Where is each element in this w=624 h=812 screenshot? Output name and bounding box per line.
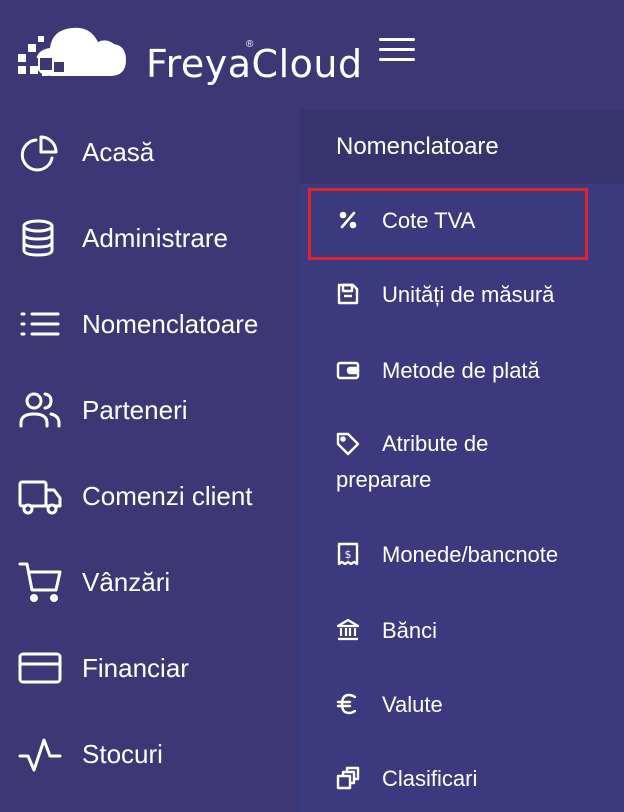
- sidebar-item-comenzi-client[interactable]: Comenzi client: [0, 452, 300, 538]
- submenu-title: Nomenclatoare: [336, 133, 499, 160]
- sidebar-item-vanzari[interactable]: Vânzări: [0, 538, 300, 624]
- cart-icon: [18, 562, 62, 602]
- svg-text:$: $: [345, 548, 352, 561]
- truck-icon: [18, 480, 62, 515]
- main-sidebar: Acasă Administrare Nomenclatoare Partene…: [0, 108, 300, 812]
- sidebar-item-administrare[interactable]: Administrare: [0, 194, 300, 280]
- submenu-item-label: Clasificari: [382, 766, 478, 791]
- sidebar-item-acasa[interactable]: Acasă: [0, 108, 300, 194]
- cloud-logo-icon: [18, 27, 126, 76]
- submenu-item-clasificari[interactable]: Clasificari: [300, 760, 624, 802]
- submenu-item-unitati-de-masura[interactable]: Unități de măsură: [300, 276, 624, 318]
- wallet-icon: [336, 361, 360, 380]
- submenu-item-label: Bănci: [382, 618, 438, 643]
- submenu-item-metode-de-plata[interactable]: Metode de plată: [300, 352, 624, 394]
- layers-icon: [336, 766, 360, 790]
- submenu-item-label: Unități de măsură: [382, 282, 555, 307]
- top-header: FreyaCloud ®: [0, 0, 624, 108]
- sidebar-item-label: Stocuri: [82, 739, 163, 769]
- sidebar-item-label: Vânzări: [82, 567, 171, 597]
- sidebar-item-parteneri[interactable]: Parteneri: [0, 366, 300, 452]
- activity-icon: [18, 738, 62, 772]
- freyacloud-logo[interactable]: FreyaCloud ®: [14, 14, 362, 84]
- hamburger-menu-icon[interactable]: [376, 34, 416, 66]
- credit-card-icon: [18, 652, 62, 684]
- euro-icon: [336, 693, 357, 715]
- sidebar-item-label: Acasă: [82, 137, 155, 167]
- database-icon: [22, 219, 54, 257]
- save-icon: [337, 283, 359, 305]
- submenu-header: Nomenclatoare: [300, 110, 624, 184]
- submenu-item-label: Metode de plată: [382, 358, 540, 383]
- sidebar-item-label: Administrare: [82, 223, 228, 253]
- sidebar-item-label: Nomenclatoare: [82, 309, 259, 339]
- submenu-item-label: Atribute de preparare: [336, 431, 489, 492]
- brand-registered-mark: ®: [246, 39, 254, 50]
- percent-icon: [339, 211, 357, 229]
- sidebar-item-financiar[interactable]: Financiar: [0, 624, 300, 710]
- submenu-item-cote-tva[interactable]: Cote TVA: [300, 202, 624, 244]
- submenu-item-valute[interactable]: Valute: [300, 686, 624, 728]
- submenu-item-label: Monede/bancnote: [382, 542, 559, 567]
- sidebar-item-label: Parteneri: [82, 395, 188, 425]
- brand-name: FreyaCloud: [146, 42, 363, 86]
- sidebar-item-nomenclatoare[interactable]: Nomenclatoare: [0, 280, 300, 366]
- receipt-icon: $: [337, 542, 359, 566]
- submenu-item-label: Cote TVA: [382, 208, 476, 233]
- list-icon: [20, 312, 60, 336]
- pie-chart-icon: [20, 135, 58, 172]
- submenu-item-monede-bancnote[interactable]: $ Monede/bancnote: [300, 536, 624, 578]
- sidebar-item-label: Comenzi client: [82, 481, 253, 511]
- users-icon: [19, 392, 61, 428]
- sidebar-item-stocuri[interactable]: Stocuri: [0, 710, 300, 796]
- bank-icon: [336, 618, 360, 641]
- submenu-item-banci[interactable]: Bănci: [300, 612, 624, 654]
- sidebar-item-label: Financiar: [82, 653, 189, 683]
- submenu-item-label: Valute: [382, 692, 443, 717]
- nomenclatoare-submenu: Nomenclatoare Cote TVA Unități de măsură…: [300, 110, 624, 812]
- submenu-item-atribute-de-preparare[interactable]: Atribute de preparare: [300, 426, 624, 502]
